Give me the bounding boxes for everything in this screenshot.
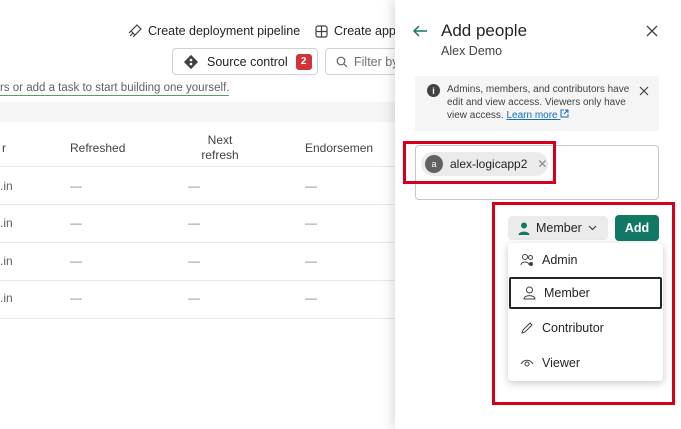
info-message-bar: i Admins, members, and contributors have… — [415, 76, 659, 131]
panel-title: Add people — [441, 21, 528, 40]
source-control-count-badge: 2 — [295, 53, 312, 70]
source-control-button[interactable]: Source control 2 — [172, 48, 318, 75]
cell-next-refresh: — — [188, 254, 200, 268]
empty-hint-text: rs or add a task to start building one y… — [0, 82, 230, 96]
column-header-next-refresh[interactable]: Next refresh — [197, 133, 243, 163]
cell-endorsement: — — [305, 216, 317, 230]
git-icon — [183, 54, 199, 69]
filter-input[interactable]: Filter by — [325, 48, 405, 75]
highlight-box-role-menu — [492, 202, 675, 405]
dismiss-info-icon[interactable] — [639, 86, 649, 96]
learn-more-label: Learn more — [506, 110, 558, 121]
create-app-button[interactable]: Create app — [315, 24, 396, 38]
cell-endorsement: — — [305, 254, 317, 268]
cell-refreshed: — — [70, 179, 82, 193]
cell-next-refresh: — — [188, 179, 200, 193]
close-icon[interactable] — [645, 24, 659, 38]
deploy-label: Create deployment pipeline — [148, 24, 301, 38]
cell-owner: .in — [0, 179, 13, 193]
create-deployment-pipeline-button[interactable]: Create deployment pipeline — [128, 24, 300, 38]
info-icon: i — [427, 84, 440, 97]
open-external-icon — [560, 109, 569, 118]
column-header-refreshed[interactable]: Refreshed — [70, 141, 125, 155]
back-arrow-icon[interactable] — [411, 22, 429, 40]
cell-next-refresh: — — [188, 216, 200, 230]
rocket-icon — [128, 24, 142, 38]
source-control-label: Source control — [207, 54, 288, 69]
learn-more-link[interactable]: Learn more — [506, 109, 569, 121]
cell-refreshed: — — [70, 216, 82, 230]
cell-refreshed: — — [70, 291, 82, 305]
cell-owner: .in — [0, 291, 13, 305]
apps-icon — [315, 24, 328, 38]
row-divider — [0, 204, 400, 205]
column-header-endorsement[interactable]: Endorsemen — [305, 141, 373, 155]
cell-next-refresh: — — [188, 291, 200, 305]
cell-endorsement: — — [305, 179, 317, 193]
cell-owner: .in — [0, 216, 13, 230]
cell-endorsement: — — [305, 291, 317, 305]
header-band — [0, 102, 400, 122]
column-header-owner[interactable]: r — [2, 141, 6, 155]
search-icon — [336, 56, 348, 67]
row-divider — [0, 166, 400, 167]
add-people-panel: Add people Alex Demo i Admins, members, … — [395, 0, 681, 429]
cell-refreshed: — — [70, 254, 82, 268]
row-divider — [0, 318, 400, 319]
create-app-label: Create app — [334, 24, 396, 38]
filter-placeholder: Filter by — [354, 54, 399, 69]
row-divider — [0, 280, 400, 281]
cell-owner: .in — [0, 254, 13, 268]
row-divider — [0, 242, 400, 243]
panel-subtitle: Alex Demo — [441, 44, 503, 58]
highlight-box-chip — [403, 141, 556, 184]
info-text: Admins, members, and contributors have e… — [447, 83, 639, 122]
